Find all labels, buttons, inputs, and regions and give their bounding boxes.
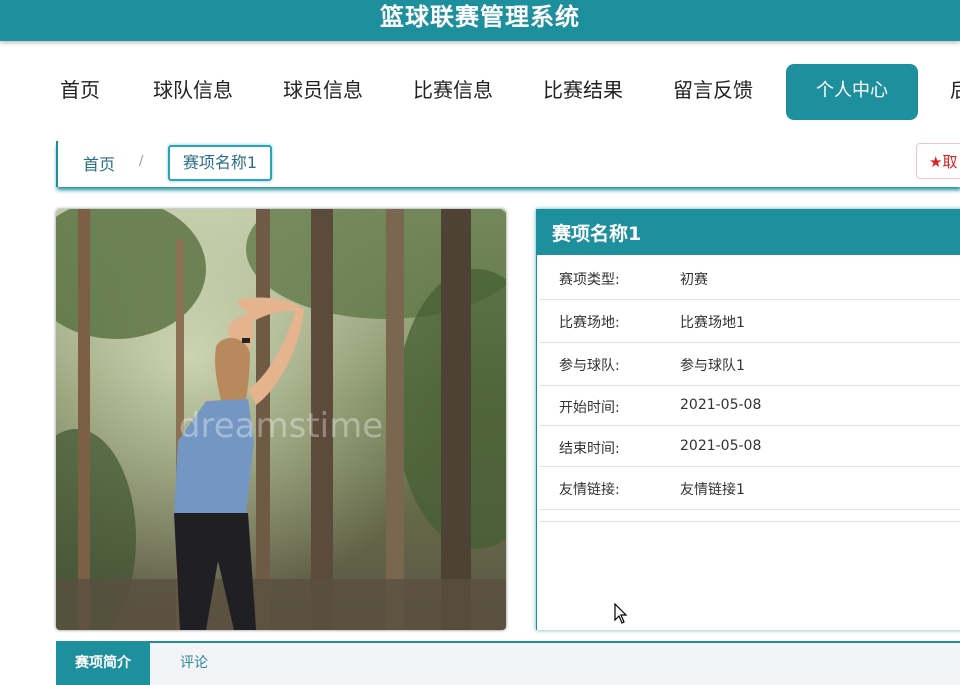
detail-label: 结束时间: — [559, 441, 620, 457]
detail-row: 比赛场地: 比赛场地1 — [539, 300, 960, 343]
detail-row: 结束时间: 2021-05-08 — [539, 426, 960, 467]
nav-item-results[interactable]: 比赛结果 — [543, 64, 623, 120]
detail-value: 比赛场地1 — [680, 315, 745, 331]
collect-button-label: 取 — [942, 153, 958, 171]
detail-value: 参与球队1 — [680, 358, 745, 374]
nav-item-personal-center[interactable]: 个人中心 — [786, 64, 918, 120]
content-tabs: 赛项简介 评论 — [56, 641, 960, 685]
detail-row: 友情链接: 友情链接1 — [539, 467, 960, 510]
nav-item-matches[interactable]: 比赛信息 — [413, 64, 493, 120]
nav-item-feedback[interactable]: 留言反馈 — [673, 64, 753, 120]
breadcrumb-current: 赛项名称1 — [168, 145, 272, 181]
mouse-cursor-icon — [614, 602, 628, 629]
image-watermark: dreamstime — [179, 406, 383, 446]
detail-row: 赛项类型: 初赛 — [539, 257, 960, 300]
top-header: 篮球联赛管理系统 — [0, 0, 960, 41]
app-title: 篮球联赛管理系统 — [380, 3, 580, 31]
event-detail-panel: 赛项名称1 赛项类型: 初赛 比赛场地: 比赛场地1 参与球队: 参与球队1 开… — [536, 209, 960, 630]
collect-button[interactable]: ★取 — [916, 143, 960, 179]
detail-row: 参与球队: 参与球队1 — [539, 343, 960, 386]
detail-label: 开始时间: — [559, 400, 620, 416]
detail-value: 2021-05-08 — [680, 438, 762, 454]
detail-row: 开始时间: 2021-05-08 — [539, 385, 960, 426]
nav-item-home[interactable]: 首页 — [60, 64, 100, 120]
detail-label: 友情链接: — [559, 482, 620, 498]
nav-item-players[interactable]: 球员信息 — [283, 64, 363, 120]
event-title: 赛项名称1 — [537, 209, 960, 255]
detail-value: 2021-05-08 — [680, 397, 762, 413]
detail-value: 初赛 — [680, 272, 708, 288]
star-icon: ★ — [929, 153, 943, 171]
nav-item-teams[interactable]: 球队信息 — [153, 64, 233, 120]
nav-item-admin[interactable]: 后 — [950, 64, 960, 120]
detail-label: 赛项类型: — [559, 272, 620, 288]
tab-intro[interactable]: 赛项简介 — [56, 643, 150, 685]
breadcrumb: 首页 / 赛项名称1 — [56, 141, 960, 187]
tab-comments[interactable]: 评论 — [150, 643, 238, 685]
detail-label: 比赛场地: — [559, 315, 620, 331]
detail-value[interactable]: 友情链接1 — [680, 479, 745, 499]
breadcrumb-separator: / — [139, 154, 144, 169]
divider — [539, 521, 960, 522]
detail-label: 参与球队: — [559, 358, 620, 374]
breadcrumb-home-link[interactable]: 首页 — [83, 151, 115, 175]
main-nav: 首页 球队信息 球员信息 比赛信息 比赛结果 留言反馈 个人中心 后 — [0, 64, 960, 120]
event-image: dreamstime — [56, 209, 506, 630]
